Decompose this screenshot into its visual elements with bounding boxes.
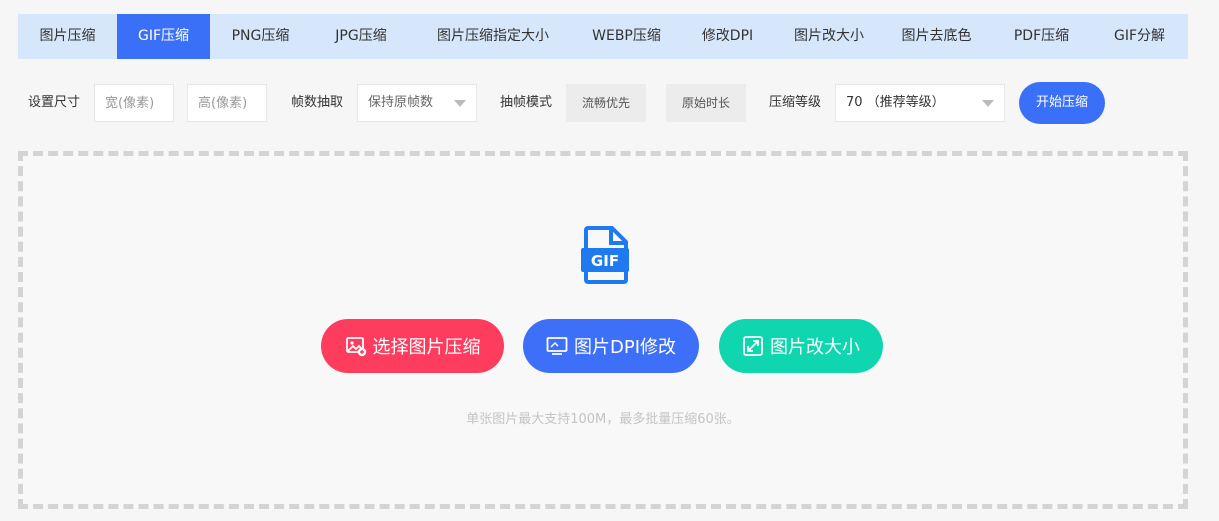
chevron-down-icon <box>454 100 466 107</box>
settings-row: 设置尺寸 帧数抽取 保持原帧数 抽帧模式 流畅优先 原始时长 压缩等级 70 （… <box>18 82 1188 124</box>
height-input[interactable] <box>187 84 267 122</box>
frames-select-value: 保持原帧数 <box>368 95 434 110</box>
image-resize-label: 图片改大小 <box>770 337 860 358</box>
tab-gif-split[interactable]: GIF分解 <box>1091 14 1188 59</box>
level-select[interactable]: 70 （推荐等级） <box>835 84 1005 122</box>
frames-label: 帧数抽取 <box>291 95 344 110</box>
width-input[interactable] <box>94 84 174 122</box>
image-add-icon <box>345 337 366 357</box>
resize-icon <box>743 336 763 356</box>
image-dpi-modify-button[interactable]: 图片DPI修改 <box>523 319 699 373</box>
gif-file-icon: GIF <box>581 226 629 284</box>
tab-png-compress[interactable]: PNG压缩 <box>210 14 311 59</box>
mode-smooth-button[interactable]: 流畅优先 <box>566 84 646 122</box>
tab-gif-compress[interactable]: GIF压缩 <box>117 14 210 59</box>
select-image-compress-button[interactable]: 选择图片压缩 <box>321 319 504 373</box>
tab-image-compress[interactable]: 图片压缩 <box>18 14 117 59</box>
tab-modify-dpi[interactable]: 修改DPI <box>678 14 777 59</box>
tab-pdf-compress[interactable]: PDF压缩 <box>992 14 1091 59</box>
image-resize-button[interactable]: 图片改大小 <box>719 319 883 373</box>
tab-webp-compress[interactable]: WEBP压缩 <box>575 14 678 59</box>
frames-select[interactable]: 保持原帧数 <box>357 84 477 122</box>
image-dpi-modify-label: 图片DPI修改 <box>573 337 677 358</box>
tab-bar: 图片压缩 GIF压缩 PNG压缩 JPG压缩 图片压缩指定大小 WEBP压缩 修… <box>18 14 1188 59</box>
tab-compress-to-size[interactable]: 图片压缩指定大小 <box>411 14 575 59</box>
tab-resize-image[interactable]: 图片改大小 <box>777 14 881 59</box>
monitor-icon <box>546 337 568 355</box>
tab-jpg-compress[interactable]: JPG压缩 <box>311 14 411 59</box>
upload-dropzone[interactable]: GIF 选择图片压缩 图片DPI修改 图片改大小 单张图片最大支持100M，最多… <box>18 151 1188 509</box>
upload-hint: 单张图片最大支持100M，最多批量压缩60张。 <box>466 412 740 427</box>
size-label: 设置尺寸 <box>28 95 81 110</box>
mode-original-button[interactable]: 原始时长 <box>666 84 746 122</box>
gif-badge-text: GIF <box>591 252 619 270</box>
chevron-down-icon <box>982 100 994 107</box>
start-compress-button[interactable]: 开始压缩 <box>1019 82 1105 124</box>
level-select-value: 70 （推荐等级） <box>846 95 945 110</box>
level-label: 压缩等级 <box>769 95 822 110</box>
mode-label: 抽帧模式 <box>500 95 553 110</box>
tab-remove-background[interactable]: 图片去底色 <box>881 14 992 59</box>
select-image-compress-label: 选择图片压缩 <box>372 337 481 358</box>
